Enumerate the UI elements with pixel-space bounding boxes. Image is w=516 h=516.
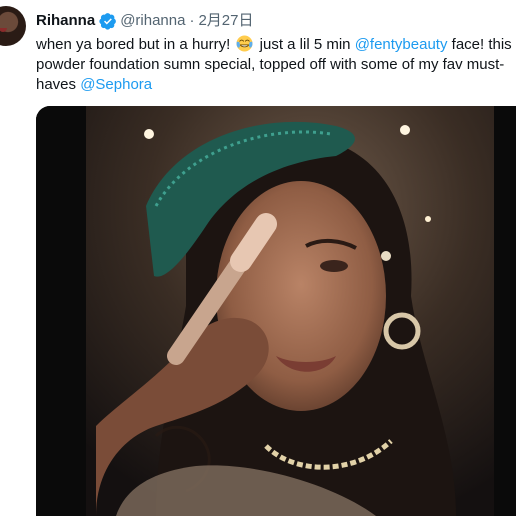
tweet-date[interactable]: 2月27日 <box>198 11 253 31</box>
tweet[interactable]: Rihanna @rihanna · 2月27日 when ya bored b… <box>0 0 516 516</box>
tweet-video[interactable] <box>36 106 516 516</box>
face-with-tears-of-joy-icon <box>236 35 253 52</box>
video-frame <box>36 106 516 516</box>
tweet-text: when ya bored but in a hurry! just a lil… <box>36 35 512 95</box>
verified-badge-icon <box>99 13 117 30</box>
avatar[interactable] <box>0 6 26 46</box>
tweet-header: Rihanna @rihanna · 2月27日 <box>36 11 254 31</box>
mention-sephora-link[interactable]: @Sephora <box>80 76 152 93</box>
author-handle[interactable]: @rihanna <box>120 11 185 31</box>
header-separator: · <box>189 12 195 29</box>
author-name[interactable]: Rihanna <box>36 11 95 31</box>
tweet-text-part: when ya bored but in a hurry! <box>36 36 231 53</box>
tweet-text-part: just a lil 5 min <box>259 36 351 53</box>
mention-fentybeauty-link[interactable]: @fentybeauty <box>355 36 448 53</box>
